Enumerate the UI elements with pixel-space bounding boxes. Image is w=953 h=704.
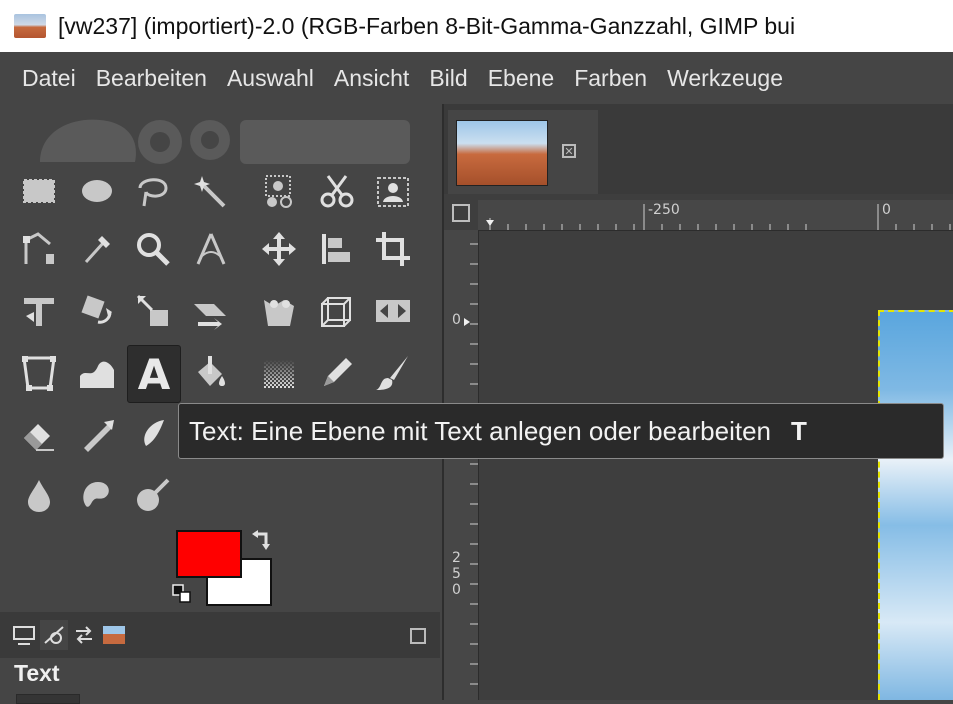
ruler-v-label-5: 5 bbox=[452, 566, 461, 582]
scale-icon[interactable] bbox=[128, 286, 178, 336]
bucket-fill-icon[interactable] bbox=[186, 348, 236, 398]
pencil-icon[interactable] bbox=[312, 348, 362, 398]
tooltip-text: Text: Eine Ebene mit Text anlegen oder b… bbox=[189, 415, 772, 446]
eraser-icon[interactable] bbox=[14, 410, 64, 460]
foreground-color-swatch[interactable] bbox=[176, 530, 242, 578]
dock-tabs bbox=[0, 612, 440, 658]
ellipse-select-icon[interactable] bbox=[72, 166, 122, 216]
vertical-ruler[interactable]: 0 2 5 0 bbox=[444, 230, 479, 700]
unified-transform-icon[interactable] bbox=[14, 286, 64, 336]
horizontal-ruler[interactable]: -250 0 bbox=[478, 200, 953, 231]
menu-datei[interactable]: Datei bbox=[0, 65, 86, 92]
menu-bearbeiten[interactable]: Bearbeiten bbox=[86, 65, 217, 92]
3d-transform-icon[interactable] bbox=[312, 286, 362, 336]
swap-colors-icon[interactable] bbox=[250, 528, 274, 552]
tool-options-title: Text bbox=[14, 660, 60, 686]
tool-options-panel: Text bbox=[0, 658, 440, 704]
ruler-v-label-0b: 0 bbox=[452, 582, 461, 598]
zoom-icon[interactable] bbox=[128, 224, 178, 274]
gimp-image-icon bbox=[14, 14, 46, 38]
tooltip-shortcut: T bbox=[791, 415, 807, 446]
reset-colors-icon[interactable] bbox=[172, 584, 192, 604]
image-canvas[interactable] bbox=[482, 232, 953, 700]
toolbox: A Text bbox=[0, 104, 440, 704]
shear-icon[interactable] bbox=[186, 286, 236, 336]
image-window: ✕ -250 0 0 2 5 0 bbox=[442, 104, 953, 700]
dock-menu-button[interactable] bbox=[410, 628, 426, 644]
menu-werkzeuge[interactable]: Werkzeuge bbox=[657, 65, 793, 92]
flip-icon[interactable] bbox=[368, 286, 418, 336]
menu-ansicht[interactable]: Ansicht bbox=[324, 65, 419, 92]
menu-ebene[interactable]: Ebene bbox=[478, 65, 565, 92]
blur-icon[interactable] bbox=[14, 470, 64, 520]
rotate-icon[interactable] bbox=[72, 286, 122, 336]
ruler-v-label-2: 2 bbox=[452, 550, 461, 566]
text-tool-letter: A bbox=[137, 349, 171, 399]
smudge-icon[interactable] bbox=[72, 470, 122, 520]
select-by-color-icon[interactable] bbox=[254, 166, 304, 216]
image-tabs: ✕ bbox=[444, 104, 953, 194]
gradient-icon[interactable] bbox=[254, 348, 304, 398]
paintbrush-icon[interactable] bbox=[368, 348, 418, 398]
tool-options-icon[interactable] bbox=[10, 620, 38, 650]
dodge-burn-icon[interactable] bbox=[128, 470, 178, 520]
wilber-logo bbox=[40, 119, 410, 164]
scissors-select-icon[interactable] bbox=[312, 166, 362, 216]
free-select-icon[interactable] bbox=[128, 166, 178, 216]
font-field[interactable] bbox=[16, 694, 80, 704]
ruler-label-0: 0 bbox=[882, 202, 891, 218]
menu-farben[interactable]: Farben bbox=[564, 65, 657, 92]
cage-transform-icon[interactable] bbox=[14, 348, 64, 398]
ruler-label-minus-250: -250 bbox=[648, 202, 680, 218]
image-thumbnail bbox=[456, 120, 548, 186]
undo-history-icon[interactable] bbox=[70, 620, 98, 650]
menu-bild[interactable]: Bild bbox=[419, 65, 477, 92]
paths-icon[interactable] bbox=[14, 224, 64, 274]
color-picker-icon[interactable] bbox=[72, 224, 122, 274]
paint-dynamics-icon[interactable] bbox=[40, 620, 68, 650]
images-icon[interactable] bbox=[100, 620, 128, 650]
menu-bar: Datei Bearbeiten Auswahl Ansicht Bild Eb… bbox=[0, 52, 953, 104]
align-icon[interactable] bbox=[312, 224, 362, 274]
quick-mask-toggle-icon[interactable] bbox=[452, 204, 470, 222]
title-bar: [vw237] (importiert)-2.0 (RGB-Farben 8-B… bbox=[0, 0, 953, 52]
foreground-select-icon[interactable] bbox=[368, 166, 418, 216]
ink-icon[interactable] bbox=[128, 410, 178, 460]
move-icon[interactable] bbox=[254, 224, 304, 274]
airbrush-icon[interactable] bbox=[72, 410, 122, 460]
crop-icon[interactable] bbox=[368, 224, 418, 274]
image-layer[interactable] bbox=[878, 310, 953, 700]
window-title: [vw237] (importiert)-2.0 (RGB-Farben 8-B… bbox=[58, 12, 796, 39]
image-tab[interactable]: ✕ bbox=[448, 110, 598, 194]
tooltip: Text: Eine Ebene mit Text anlegen oder b… bbox=[178, 403, 944, 459]
perspective-icon[interactable] bbox=[254, 286, 304, 336]
close-icon[interactable]: ✕ bbox=[562, 144, 576, 158]
ruler-v-label-0: 0 bbox=[452, 312, 461, 328]
text-tool-icon[interactable]: A bbox=[127, 345, 181, 403]
rect-select-icon[interactable] bbox=[14, 166, 64, 216]
fuzzy-select-icon[interactable] bbox=[186, 166, 236, 216]
measure-icon[interactable] bbox=[186, 224, 236, 274]
warp-transform-icon[interactable] bbox=[72, 348, 122, 398]
menu-auswahl[interactable]: Auswahl bbox=[217, 65, 324, 92]
